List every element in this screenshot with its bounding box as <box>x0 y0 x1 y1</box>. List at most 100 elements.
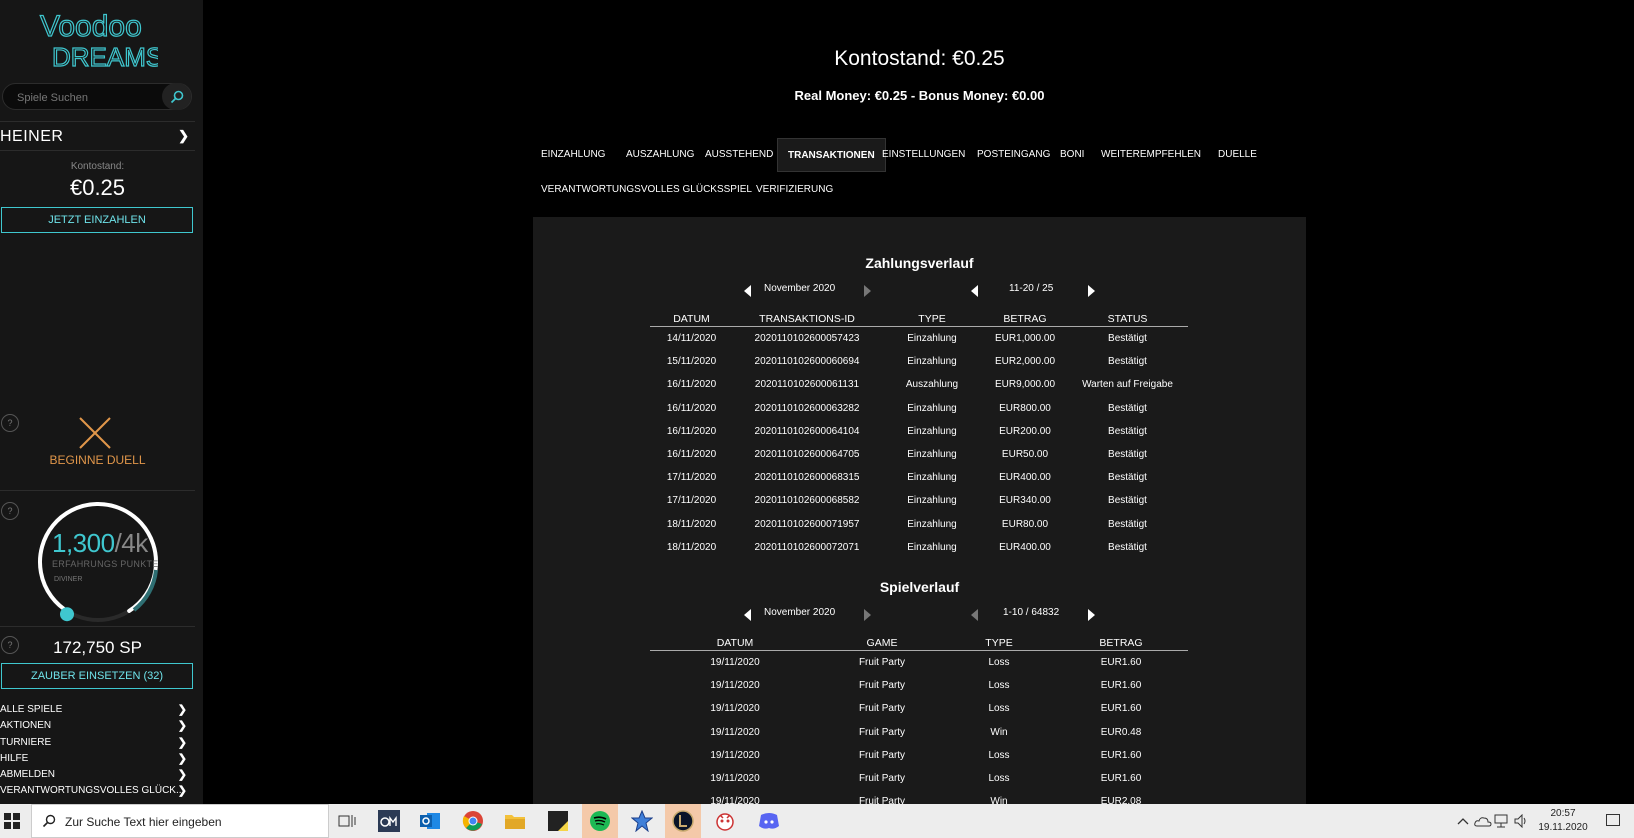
table-cell: EUR340.00 <box>999 495 1051 507</box>
sidebar-item-help[interactable]: HILFE ❯ <box>0 751 195 767</box>
table-cell: Einzahlung <box>907 472 957 484</box>
table-header: DATUM GAME TYPE BETRAG <box>650 635 1188 651</box>
month-pager: November 2020 <box>744 607 884 623</box>
logo-line2: DREAMS <box>52 42 158 72</box>
table-row: 16/11/2020 2020110102600064705 Einzahlung E… <box>650 443 1188 466</box>
column-header: DATUM <box>650 635 820 651</box>
table-cell: Loss <box>988 773 1010 785</box>
search-input[interactable] <box>15 89 159 107</box>
use-spells-button[interactable]: ZAUBER EINSETZEN (32) <box>1 663 193 689</box>
file-explorer-icon[interactable] <box>503 809 527 833</box>
table-cell: Bestätigt <box>1108 333 1147 345</box>
tab-refer[interactable]: WEITEREMPFEHLEN <box>1091 138 1211 172</box>
tab-bonuses[interactable]: BONI <box>1050 138 1094 172</box>
table-cell: 19/11/2020 <box>710 680 760 692</box>
sidebar-item-all-games[interactable]: ALLE SPIELE ❯ <box>0 702 195 718</box>
tab-pending[interactable]: AUSSTEHEND <box>695 138 783 172</box>
table-cell: 17/11/2020 <box>666 472 717 484</box>
sidebar-item-label: TURNIERE <box>0 736 52 748</box>
sidebar-item-label: AKTIONEN <box>0 720 52 732</box>
table-cell: Fruit Party <box>858 726 906 738</box>
table-cell: EUR1.60 <box>1100 773 1142 785</box>
prev-month-icon[interactable] <box>744 609 751 621</box>
tab-verification[interactable]: VERIFIZIERUNG <box>746 173 843 207</box>
transactions-panel: Zahlungsverlauf November 2020 11-20 / 25… <box>533 217 1306 817</box>
sidebar-item-logout[interactable]: ABMELDEN ❯ <box>0 767 195 783</box>
table-row: 18/11/2020 2020110102600071957 Einzahlung E… <box>650 513 1188 536</box>
table-cell: Bestätigt <box>1108 402 1147 414</box>
deposit-button[interactable]: JETZT EINZAHLEN <box>1 207 193 233</box>
spotify-icon[interactable] <box>582 804 618 838</box>
sticky-notes-icon[interactable] <box>546 809 570 833</box>
table-cell: 18/11/2020 <box>666 541 717 553</box>
tab-withdrawal[interactable]: AUSZAHLUNG <box>616 138 704 172</box>
sidebar-item-promotions[interactable]: AKTIONEN ❯ <box>0 718 195 734</box>
table-cell: EUR2,000.00 <box>994 356 1056 368</box>
help-icon[interactable]: ? <box>1 414 19 432</box>
sp-value: 172,750 SP <box>53 638 142 657</box>
game-app-icon[interactable] <box>713 809 737 833</box>
system-clock[interactable]: 20:57 19.11.2020 <box>1528 807 1598 835</box>
windows-start-icon[interactable] <box>4 813 20 829</box>
table-cell: EUR1.60 <box>1100 749 1142 761</box>
search-button[interactable] <box>162 83 191 110</box>
table-header: DATUM TRANSAKTIONS-ID TYPE BETRAG STATUS <box>650 311 1188 327</box>
taskbar-search-placeholder: Zur Suche Text hier eingeben <box>65 815 222 829</box>
tab-deposit[interactable]: EINZAHLUNG <box>531 138 615 172</box>
table-row: 19/11/2020 Fruit Party Loss EUR1.60 <box>650 674 1188 697</box>
table-cell: 16/11/2020 <box>666 402 717 414</box>
table-cell: 16/11/2020 <box>666 449 717 461</box>
table-row: 19/11/2020 Fruit Party Loss EUR1.60 <box>650 651 1188 675</box>
table-cell: Fruit Party <box>858 703 906 715</box>
tab-inbox[interactable]: POSTEINGANG <box>967 138 1060 172</box>
outlook-icon[interactable] <box>418 809 442 833</box>
table-cell: Loss <box>988 749 1010 761</box>
tab-transactions[interactable]: TRANSAKTIONEN <box>777 138 886 172</box>
column-header: BETRAG <box>983 311 1067 327</box>
prev-page-icon[interactable] <box>971 609 978 621</box>
page-range: 1-10 / 64832 <box>1003 607 1060 618</box>
table-cell: Bestätigt <box>1108 518 1147 530</box>
next-month-icon[interactable] <box>864 609 871 621</box>
table-cell: Bestätigt <box>1108 356 1147 368</box>
month-label: November 2020 <box>764 607 836 618</box>
help-icon[interactable]: ? <box>1 502 19 520</box>
discord-icon[interactable] <box>757 809 781 833</box>
table-cell: 2020110102600064705 <box>754 449 860 461</box>
table-cell: EUR0.48 <box>1100 726 1142 738</box>
table-cell: 19/11/2020 <box>710 703 760 715</box>
table-cell: 17/11/2020 <box>666 495 717 507</box>
league-client-icon[interactable] <box>665 804 701 838</box>
tab-responsible-gaming[interactable]: VERANTWORTUNGSVOLLES GLÜCKSSPIEL <box>531 173 762 207</box>
tab-duels[interactable]: DUELLE <box>1208 138 1267 172</box>
start-duel-button[interactable]: BEGINNE DUELL <box>0 453 195 467</box>
table-cell: 2020110102600064104 <box>754 425 860 437</box>
prev-page-icon[interactable] <box>971 285 978 297</box>
star-app-icon[interactable] <box>630 809 654 833</box>
table-cell: EUR200.00 <box>999 425 1051 437</box>
task-view-icon[interactable] <box>335 809 359 833</box>
notification-icon[interactable] <box>1606 814 1620 826</box>
table-row: 19/11/2020 Fruit Party Win EUR0.48 <box>650 721 1188 744</box>
sidebar-item-tournaments[interactable]: TURNIERE ❯ <box>0 735 195 751</box>
app-om-icon[interactable] <box>377 809 401 833</box>
tab-settings[interactable]: EINSTELLUNGEN <box>872 138 975 172</box>
table-cell: Fruit Party <box>858 680 906 692</box>
username: HEINER <box>0 128 64 145</box>
next-month-icon[interactable] <box>864 285 871 297</box>
chevron-right-icon: ❯ <box>177 752 187 765</box>
logo[interactable]: Voodoo DREAMS <box>38 6 163 72</box>
table-cell: 15/11/2020 <box>666 356 717 368</box>
chrome-icon[interactable] <box>461 809 485 833</box>
prev-month-icon[interactable] <box>744 285 751 297</box>
crossed-swords-icon[interactable] <box>78 416 112 450</box>
balance-value: €0.25 <box>69 175 126 200</box>
next-page-icon[interactable] <box>1088 609 1095 621</box>
next-page-icon[interactable] <box>1088 285 1095 297</box>
table-cell: Warten auf Freigabe <box>1082 379 1173 391</box>
sidebar-item-responsible-gaming[interactable]: VERANTWORTUNGSVOLLES GLÜCK... ❯ <box>0 783 195 799</box>
taskbar-search[interactable]: Zur Suche Text hier eingeben <box>31 804 329 838</box>
table-cell: 19/11/2020 <box>710 749 760 761</box>
user-menu[interactable]: HEINER ❯ <box>0 121 195 151</box>
xp-current: 1,300 <box>52 528 115 558</box>
